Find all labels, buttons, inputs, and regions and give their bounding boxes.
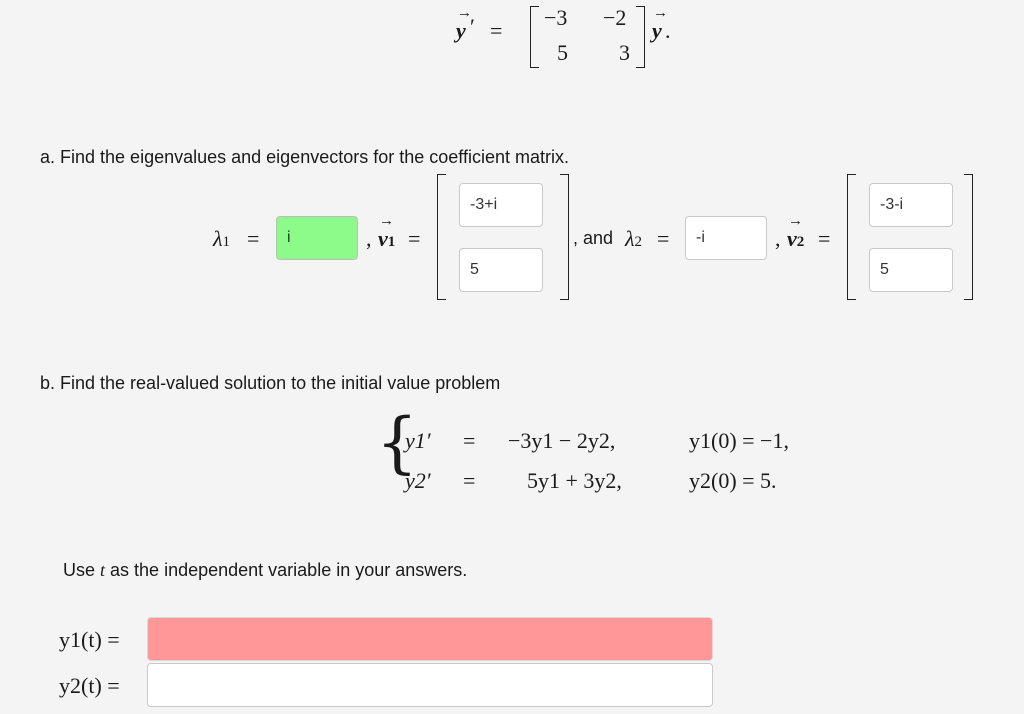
v2-top-input[interactable]: -3-i xyxy=(869,183,953,227)
v2-bottom-input[interactable]: 5 xyxy=(869,248,953,292)
row1-equals: = xyxy=(463,428,476,453)
y1-answer-input[interactable] xyxy=(147,617,713,661)
v2-left-bracket xyxy=(847,174,856,300)
matrix-left-bracket xyxy=(530,6,539,68)
y-vector-rhs: y xyxy=(652,5,668,44)
comma-1: , xyxy=(366,226,372,251)
v2-right-bracket xyxy=(964,174,973,300)
row2-lhs: y2′ xyxy=(405,468,431,493)
equals-sign: = xyxy=(490,18,503,43)
prime-mark: ′ xyxy=(470,14,475,39)
matrix-cell-a11: −3 xyxy=(544,5,568,30)
lambda1-input[interactable]: i xyxy=(276,216,358,260)
v2-equals: = xyxy=(818,226,831,251)
lambda2-equals: = xyxy=(657,226,670,251)
instruction-text: Use t as the independent variable in you… xyxy=(63,560,468,580)
part-a-prompt: a. Find the eigenvalues and eigenvectors… xyxy=(40,147,569,167)
v1-label: v1 xyxy=(378,213,395,252)
lambda2-label: λ2 xyxy=(625,226,643,251)
y2-answer-input[interactable] xyxy=(147,663,713,707)
row1-lhs: y1′ xyxy=(405,428,431,453)
lambda1-label: λ1 xyxy=(213,226,231,251)
matrix-cell-a21: 5 xyxy=(557,40,568,65)
matrix-cell-a12: −2 xyxy=(603,5,627,30)
row2-initial-condition: y2(0) = 5. xyxy=(689,468,777,493)
lambda1-equals: = xyxy=(247,226,260,251)
row1-initial-condition: y1(0) = −1, xyxy=(689,428,789,453)
row2-equals: = xyxy=(463,468,476,493)
matrix-right-bracket xyxy=(636,6,645,68)
v2-label: v2 xyxy=(787,213,804,252)
v1-right-bracket xyxy=(560,174,569,300)
period: . xyxy=(665,18,671,43)
comma-2: , xyxy=(775,226,781,251)
y1-label: y1(t) = xyxy=(59,627,120,652)
v1-equals: = xyxy=(408,226,421,251)
part-b-prompt: b. Find the real-valued solution to the … xyxy=(40,373,501,393)
v1-top-input[interactable]: -3+i xyxy=(459,183,543,227)
lambda2-input[interactable]: -i xyxy=(685,216,767,260)
matrix-cell-a22: 3 xyxy=(619,40,630,65)
v1-bottom-input[interactable]: 5 xyxy=(459,248,543,292)
y2-label: y2(t) = xyxy=(59,673,120,698)
row2-rhs: 5y1 + 3y2, xyxy=(527,468,622,493)
v1-left-bracket xyxy=(437,174,446,300)
y-vector-lhs: y xyxy=(456,5,472,44)
row1-rhs: −3y1 − 2y2, xyxy=(508,428,616,453)
and-text: , and xyxy=(573,228,614,248)
